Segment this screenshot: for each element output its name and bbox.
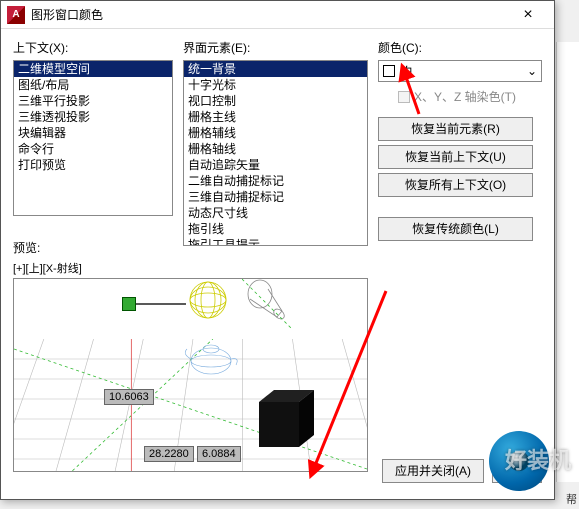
context-label: 上下文(X):: [13, 39, 173, 56]
preview-viewport-info: [+][上][X-射线]: [13, 260, 543, 276]
preview-label: 预览:: [13, 239, 543, 256]
ucs-marker-icon: [122, 297, 136, 311]
restore-element-button[interactable]: 恢复当前元素(R): [378, 117, 533, 141]
drawing-window-colors-dialog: A 图形窗口颜色 × 上下文(X): 二维模型空间 图纸/布局 三维平行投影 三…: [0, 0, 555, 500]
close-button[interactable]: ×: [508, 3, 548, 27]
truncated-text: 帮: [566, 491, 577, 507]
color-label: 颜色(C):: [378, 39, 542, 56]
restore-all-button[interactable]: 恢复所有上下文(O): [378, 173, 533, 197]
element-item[interactable]: 栅格轴线: [184, 141, 367, 157]
element-item[interactable]: 三维自动捕捉标记: [184, 189, 367, 205]
wireframe-light-icon: [242, 279, 292, 329]
context-item[interactable]: 打印预览: [14, 157, 172, 173]
axis-line: [136, 303, 186, 305]
preview-section: 预览: [+][上][X-射线]: [13, 239, 543, 472]
context-item[interactable]: 命令行: [14, 141, 172, 157]
element-listbox[interactable]: 统一背景 十字光标 视口控制 栅格主线 栅格辅线 栅格轴线 自动追踪矢量 二维自…: [183, 60, 368, 246]
preview-canvas: 10.6063 28.2280 6.0884: [13, 278, 368, 472]
context-item[interactable]: 三维透视投影: [14, 109, 172, 125]
element-item[interactable]: 动态尺寸线: [184, 205, 367, 221]
titlebar[interactable]: A 图形窗口颜色 ×: [1, 1, 554, 29]
element-item[interactable]: 二维自动捕捉标记: [184, 173, 367, 189]
tint-checkbox-row: X、Y、Z 轴染色(T): [378, 88, 542, 105]
coordinate-readout: 6.0884: [197, 446, 241, 462]
dialog-title: 图形窗口颜色: [31, 6, 508, 23]
color-swatch-icon: [383, 65, 395, 77]
coordinate-readout: 28.2280: [144, 446, 194, 462]
watermark-text: 好装机: [505, 443, 571, 475]
wireframe-sphere-icon: [189, 281, 227, 319]
chevron-down-icon: ⌄: [527, 64, 537, 78]
element-item[interactable]: 拖引线: [184, 221, 367, 237]
apply-close-button[interactable]: 应用并关闭(A): [382, 459, 484, 483]
coordinate-readout: 10.6063: [104, 389, 154, 405]
background-panel: [556, 42, 579, 482]
context-listbox[interactable]: 二维模型空间 图纸/布局 三维平行投影 三维透视投影 块编辑器 命令行 打印预览: [13, 60, 173, 216]
restore-legacy-button[interactable]: 恢复传统颜色(L): [378, 217, 533, 241]
element-item[interactable]: 十字光标: [184, 77, 367, 93]
context-item[interactable]: 三维平行投影: [14, 93, 172, 109]
element-item[interactable]: 视口控制: [184, 93, 367, 109]
restore-context-button[interactable]: 恢复当前上下文(U): [378, 145, 533, 169]
context-item[interactable]: 图纸/布局: [14, 77, 172, 93]
dialog-content: 上下文(X): 二维模型空间 图纸/布局 三维平行投影 三维透视投影 块编辑器 …: [1, 29, 554, 256]
element-item[interactable]: 统一背景: [184, 61, 367, 77]
element-item[interactable]: 栅格主线: [184, 109, 367, 125]
context-item[interactable]: 块编辑器: [14, 125, 172, 141]
element-item[interactable]: 栅格辅线: [184, 125, 367, 141]
wireframe-teapot-icon: [184, 339, 239, 377]
element-label: 界面元素(E):: [183, 39, 368, 56]
tint-checkbox: [398, 91, 410, 103]
element-item[interactable]: 自动追踪矢量: [184, 157, 367, 173]
cube-icon: [249, 387, 319, 457]
tint-label: X、Y、Z 轴染色(T): [414, 88, 516, 105]
app-logo-icon: A: [7, 6, 25, 24]
color-name: 白: [401, 63, 413, 80]
context-item[interactable]: 二维模型空间: [14, 61, 172, 77]
color-dropdown[interactable]: 白 ⌄: [378, 60, 542, 82]
